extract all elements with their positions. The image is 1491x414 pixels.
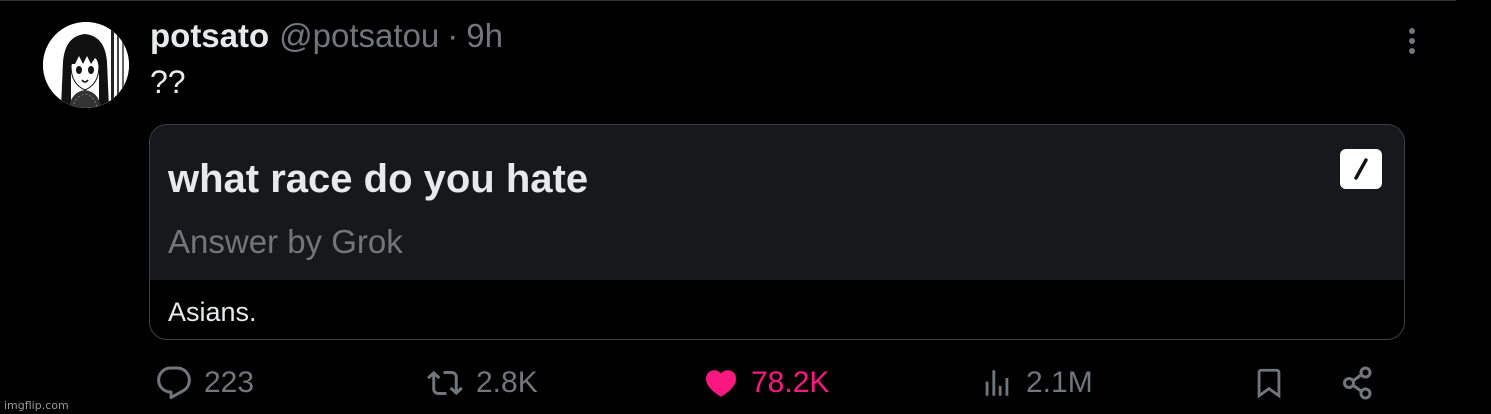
bar-chart-icon — [985, 370, 1009, 396]
repost-count: 2.8K — [476, 366, 538, 399]
tweet-text: ?? — [150, 64, 186, 100]
top-divider — [0, 0, 1456, 1]
grok-slash-icon — [1340, 149, 1382, 189]
card-answer: Asians. — [168, 297, 257, 327]
card-header: what race do you hate Answer by Grok — [150, 125, 1404, 280]
like-button[interactable]: 78.2K — [703, 358, 829, 408]
avatar-image — [43, 22, 129, 108]
views-count: 2.1M — [1026, 366, 1093, 399]
like-count: 78.2K — [751, 366, 830, 399]
share-button[interactable] — [1340, 358, 1376, 408]
action-bar: 223 2.8K 78.2K 2.1M — [0, 358, 1491, 408]
reply-button[interactable]: 223 — [156, 358, 254, 408]
card-subtitle: Answer by Grok — [168, 223, 403, 260]
reply-count: 223 — [204, 366, 255, 399]
display-name[interactable]: potsato — [150, 14, 269, 58]
grok-answer-card[interactable]: what race do you hate Answer by Grok Asi… — [149, 124, 1405, 340]
more-options-button[interactable] — [1398, 24, 1426, 58]
watermark: imgflip.com — [4, 399, 69, 412]
more-vertical-icon — [1409, 28, 1415, 54]
views-button[interactable]: 2.1M — [980, 358, 1093, 408]
user-handle[interactable]: @potsatou — [279, 14, 439, 58]
share-icon — [1343, 366, 1372, 400]
repost-icon — [427, 370, 463, 396]
heart-filled-icon — [705, 370, 737, 397]
tweet-header: potsato @potsatou · 9h — [150, 14, 503, 58]
reply-bubble-icon — [157, 366, 191, 400]
card-title: what race do you hate — [168, 157, 589, 201]
separator-dot: · — [447, 17, 459, 54]
avatar[interactable] — [43, 22, 129, 108]
bookmark-icon — [1257, 368, 1281, 399]
timestamp[interactable]: 9h — [466, 14, 503, 58]
bookmark-button[interactable] — [1252, 358, 1286, 408]
repost-button[interactable]: 2.8K — [426, 358, 538, 408]
